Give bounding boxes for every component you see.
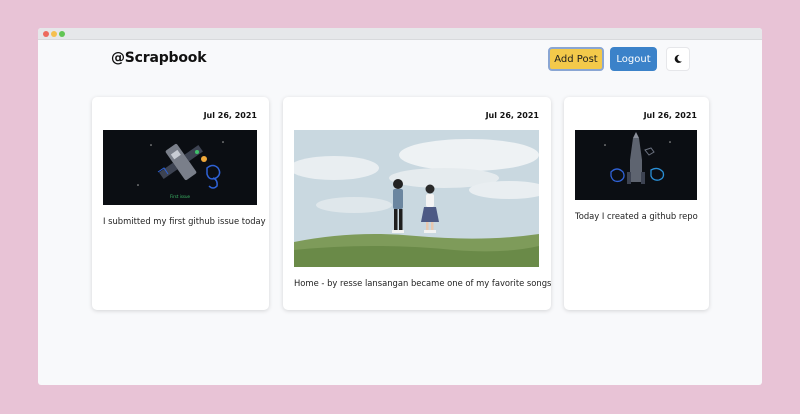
couple-on-hill-illustration [294, 130, 539, 267]
post-image [575, 130, 697, 200]
post-card[interactable]: Jul 26, 2021 Today I created a github re… [564, 97, 709, 310]
browser-window: @Scrapbook Add Post Logout Jul 26, 2021 [38, 28, 762, 385]
image-caption: First issue [170, 194, 190, 199]
post-card[interactable]: Jul 26, 2021 Home - by resse lansangan b… [283, 97, 551, 310]
close-window-dot[interactable] [43, 31, 49, 37]
maximize-window-dot[interactable] [59, 31, 65, 37]
post-card[interactable]: Jul 26, 2021 First issue I submitted my … [92, 97, 269, 310]
app-brand[interactable]: @Scrapbook [111, 50, 207, 66]
post-date: Jul 26, 2021 [203, 111, 257, 120]
post-image: First issue [103, 130, 257, 205]
window-titlebar [38, 28, 762, 40]
post-date: Jul 26, 2021 [643, 111, 697, 120]
add-post-button[interactable]: Add Post [548, 47, 604, 71]
post-caption: Home - by resse lansangan became one of … [294, 278, 552, 288]
theme-toggle-button[interactable] [666, 47, 690, 71]
logout-button[interactable]: Logout [610, 47, 657, 71]
post-caption: I submitted my first github issue today [103, 216, 266, 226]
post-image [294, 130, 539, 267]
moon-icon [674, 54, 682, 63]
rocket-illustration [575, 130, 697, 200]
minimize-window-dot[interactable] [51, 31, 57, 37]
post-date: Jul 26, 2021 [485, 111, 539, 120]
post-caption: Today I created a github repo [575, 211, 698, 221]
